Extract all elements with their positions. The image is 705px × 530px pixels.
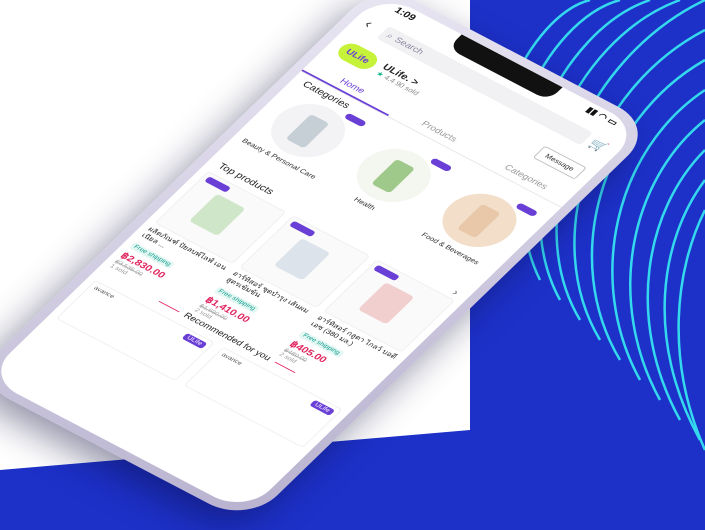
official-store-badge: ULife	[308, 399, 336, 416]
recommended-brand: avance	[92, 285, 116, 300]
phone-frame: 1:09 ▮▮ ◠ ▭ ‹ ⌕ Search 🛒 ULife ULife. > …	[0, 0, 658, 524]
recommended-brand: avance	[219, 352, 244, 367]
official-store-badge: ULife	[181, 332, 208, 350]
chevron-right-icon[interactable]: ›	[450, 287, 462, 297]
shop-logo: ULife	[333, 40, 383, 73]
phone-mockup: 1:09 ▮▮ ◠ ▭ ‹ ⌕ Search 🛒 ULife ULife. > …	[0, 0, 705, 530]
search-placeholder: Search	[392, 35, 426, 57]
signal-icon: ▮▮ ◠ ▭	[583, 105, 620, 128]
message-button[interactable]: Message	[532, 145, 588, 180]
cart-icon[interactable]: 🛒	[586, 136, 612, 154]
phone-screen: 1:09 ▮▮ ◠ ▭ ‹ ⌕ Search 🛒 ULife ULife. > …	[0, 0, 643, 514]
back-icon[interactable]: ‹	[360, 18, 383, 35]
status-time: 1:09	[391, 5, 419, 23]
